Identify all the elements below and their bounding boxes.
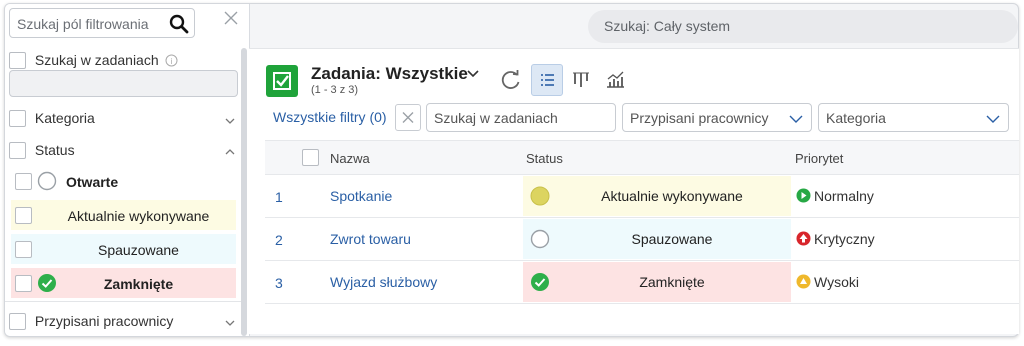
- chevron-down-icon: [986, 115, 1000, 123]
- priority-high-icon: [796, 274, 811, 289]
- filter-search-input[interactable]: Szukaj pól filtrowania: [9, 8, 195, 38]
- priority-normal-icon: [796, 188, 811, 203]
- close-icon[interactable]: [223, 10, 239, 26]
- select-all-checkbox[interactable]: [302, 149, 319, 166]
- status-option-checkbox[interactable]: [15, 173, 32, 190]
- filter-sidebar: Szukaj pól filtrowania Szukaj w zadaniac…: [5, 4, 250, 336]
- empty-circle-icon: [37, 171, 57, 191]
- kanban-icon[interactable]: [565, 64, 597, 96]
- assigned-select[interactable]: Przypisani pracownicy: [622, 103, 812, 132]
- task-name-link[interactable]: Zwrot towaru: [330, 231, 411, 247]
- assigned-select-label: Przypisani pracownicy: [630, 110, 769, 126]
- status-option-in-progress[interactable]: Aktualnie wykonywane: [11, 200, 236, 230]
- search-in-tasks-row[interactable]: Szukaj w zadaniach i: [9, 51, 178, 69]
- group-status-label: Status: [34, 142, 75, 159]
- all-filters-link[interactable]: Wszystkie filtry (0): [273, 109, 387, 125]
- status-label: Zamknięte: [639, 274, 705, 290]
- divider: [5, 301, 241, 302]
- status-option-paused[interactable]: Spauzowane: [11, 234, 236, 264]
- status-cell: Spauzowane: [523, 219, 791, 259]
- clear-filters-button[interactable]: [395, 104, 421, 131]
- chart-icon[interactable]: [599, 64, 631, 96]
- global-search-input[interactable]: Szukaj: Cały system: [588, 10, 1018, 43]
- search-tasks-placeholder: Szukaj w zadaniach: [434, 110, 558, 126]
- status-option-open[interactable]: Otwarte: [11, 166, 236, 196]
- row-number: 2: [275, 232, 283, 248]
- filter-search-placeholder: Szukaj pól filtrowania: [17, 16, 149, 32]
- status-cell: Aktualnie wykonywane: [523, 176, 791, 216]
- table-header: Nazwa Status Priorytet: [265, 140, 1019, 175]
- svg-text:i: i: [170, 57, 172, 66]
- assigned-checkbox[interactable]: [9, 312, 26, 330]
- priority-label: Normalny: [814, 188, 874, 204]
- list-view-button[interactable]: [531, 64, 563, 96]
- task-name-link[interactable]: Wyjazd służbowy: [330, 274, 437, 290]
- close-icon: [402, 112, 414, 123]
- table-row[interactable]: 3 Wyjazd służbowy Zamknięte Wysoki: [265, 261, 1019, 304]
- priority-cell: Normalny: [796, 188, 874, 204]
- table-row[interactable]: 1 Spotkanie Aktualnie wykonywane Normaln…: [265, 175, 1019, 218]
- group-assigned[interactable]: Przypisani pracownicy: [9, 312, 173, 330]
- status-option-label: Zamknięte: [103, 276, 174, 292]
- search-in-tasks-field[interactable]: [9, 70, 238, 97]
- chevron-down-icon[interactable]: [224, 115, 236, 127]
- category-select[interactable]: Kategoria: [818, 103, 1009, 132]
- column-header-name[interactable]: Nazwa: [330, 151, 370, 166]
- group-assigned-label: Przypisani pracownicy: [34, 313, 174, 330]
- refresh-icon[interactable]: [495, 64, 527, 96]
- chevron-down-icon[interactable]: [224, 317, 236, 329]
- priority-cell: Wysoki: [796, 274, 859, 290]
- page-title: Zadania: Wszystkie: [311, 64, 468, 83]
- info-icon[interactable]: i: [165, 54, 178, 67]
- status-cell: Zamknięte: [523, 262, 791, 302]
- chevron-up-icon[interactable]: [224, 146, 236, 158]
- chevron-down-icon: [789, 115, 803, 123]
- tasks-icon: [266, 65, 298, 97]
- status-option-label: Otwarte: [66, 174, 119, 190]
- search-tasks-input[interactable]: Szukaj w zadaniach: [426, 103, 616, 132]
- priority-label: Wysoki: [814, 274, 859, 290]
- search-in-tasks-checkbox[interactable]: [9, 51, 26, 69]
- status-option-closed[interactable]: Zamknięte: [11, 268, 236, 298]
- row-number: 3: [275, 275, 283, 291]
- group-category[interactable]: Kategoria: [9, 109, 95, 127]
- sidebar-scrollbar[interactable]: [241, 48, 247, 336]
- priority-cell: Krytyczny: [796, 231, 875, 247]
- status-option-label: Aktualnie wykonywane: [67, 208, 210, 224]
- column-header-status[interactable]: Status: [526, 151, 563, 166]
- category-checkbox[interactable]: [9, 109, 26, 127]
- priority-label: Krytyczny: [814, 231, 875, 247]
- priority-critical-icon: [796, 231, 811, 246]
- task-name-link[interactable]: Spotkanie: [330, 188, 392, 204]
- status-option-label: Spauzowane: [98, 242, 179, 258]
- record-count: (1 - 3 z 3): [311, 84, 359, 96]
- status-label: Spauzowane: [631, 231, 713, 247]
- status-checkbox[interactable]: [9, 141, 26, 159]
- search-icon[interactable]: [169, 14, 189, 34]
- row-number: 1: [275, 189, 283, 205]
- global-search-placeholder: Szukaj: Cały system: [604, 18, 731, 34]
- category-select-label: Kategoria: [826, 110, 886, 126]
- status-label: Aktualnie wykonywane: [601, 188, 743, 204]
- search-in-tasks-label: Szukaj w zadaniach: [34, 52, 159, 69]
- chevron-down-icon[interactable]: [466, 67, 480, 81]
- group-status[interactable]: Status: [9, 141, 75, 159]
- group-category-label: Kategoria: [34, 110, 95, 127]
- table-row[interactable]: 2 Zwrot towaru Spauzowane Krytyczny: [265, 218, 1019, 261]
- column-header-priority[interactable]: Priorytet: [795, 151, 843, 166]
- list-icon: [541, 74, 554, 86]
